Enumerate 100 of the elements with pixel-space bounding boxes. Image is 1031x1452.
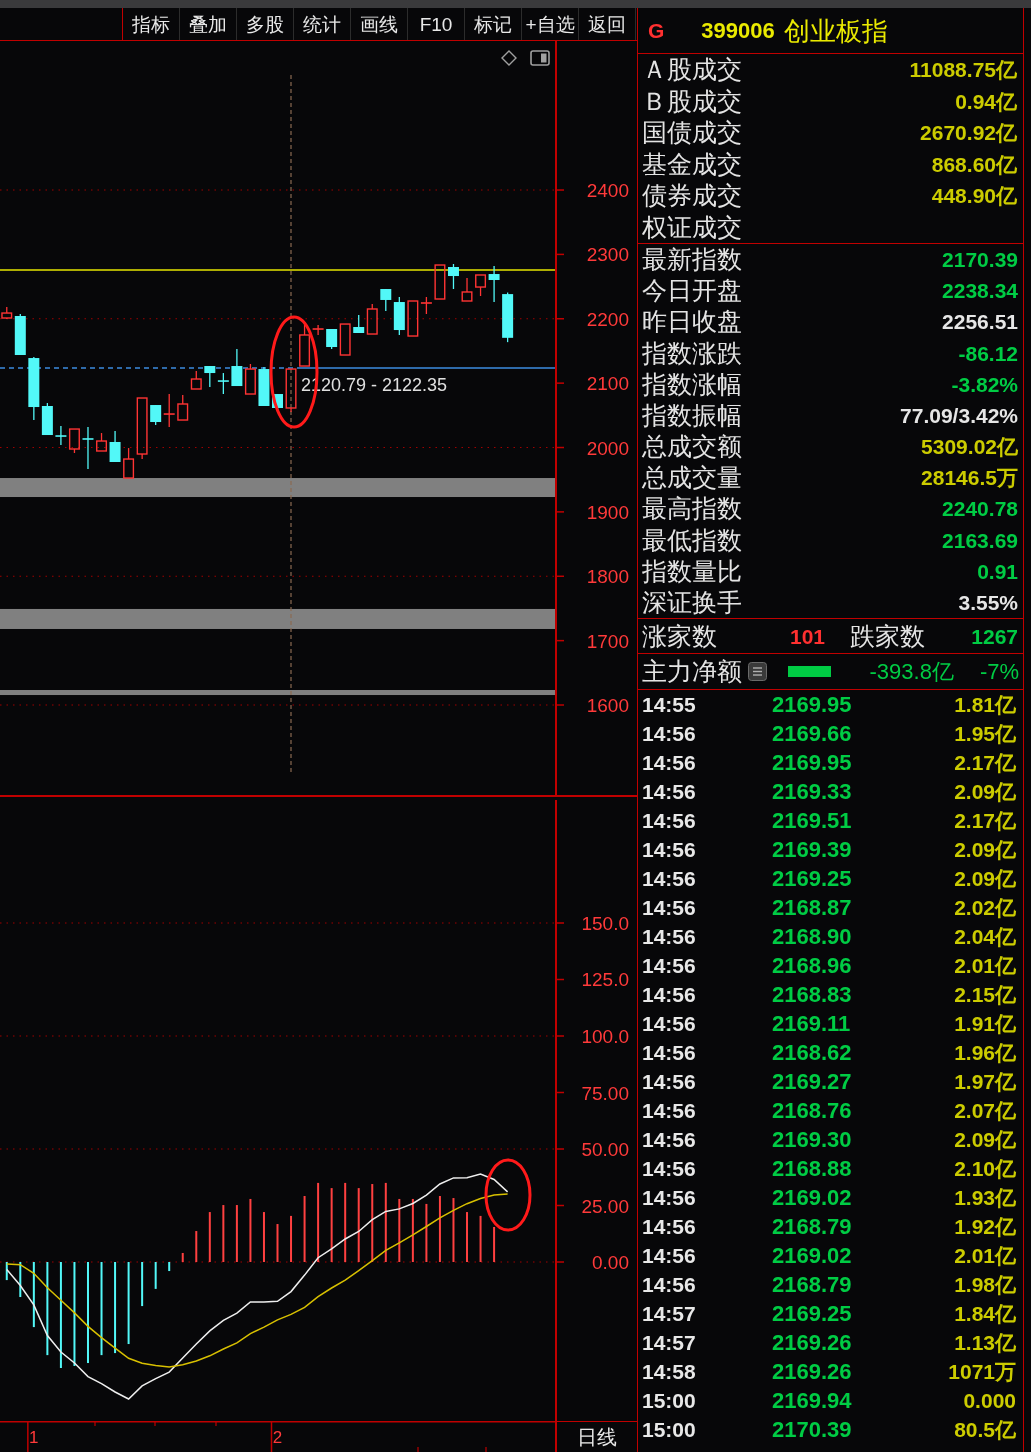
macd-bar [5, 1262, 8, 1281]
candlestick [285, 368, 297, 413]
tick-volume: 2.17亿 [954, 752, 1016, 773]
tick-time: 14:56 [642, 868, 697, 889]
tick-price: 2169.26 [772, 1331, 853, 1354]
candlestick [258, 366, 270, 407]
axis-label: 50.00 [581, 1139, 629, 1160]
stat-label: 指数涨幅 [642, 371, 742, 397]
tick-time: 14:56 [642, 1216, 697, 1237]
stat-label: 指数振幅 [642, 402, 742, 428]
stat-value: 2256.51 [942, 311, 1018, 333]
stat-value: 5309.02亿 [921, 436, 1018, 458]
tick-price: 2169.33 [772, 780, 853, 803]
stat-label: 总成交额 [642, 434, 742, 460]
axis-label: 100.0 [581, 1026, 629, 1047]
axis-label: 2400 [586, 180, 629, 201]
tick-price: 2169.30 [772, 1128, 853, 1151]
tick-time: 14:56 [642, 723, 697, 744]
stat-value: 2163.69 [942, 529, 1018, 551]
tick-volume: 0.000 [963, 1390, 1016, 1411]
tick-volume: 1.98亿 [954, 1274, 1016, 1295]
candlestick [448, 263, 459, 290]
flow-bar-icon [788, 666, 831, 677]
stat-label: 最高指数 [642, 496, 742, 522]
macd-bar [493, 1226, 496, 1262]
tick-time: 14:56 [642, 1042, 697, 1063]
macd-bar [303, 1196, 306, 1262]
tick-time: 15:00 [642, 1419, 697, 1440]
macd-bar [425, 1203, 428, 1262]
tick-price: 2168.90 [772, 925, 853, 948]
stat-label: 昨日收盘 [642, 309, 742, 335]
candlestick [177, 394, 189, 421]
toolbar-button[interactable]: F10 [408, 8, 465, 40]
stat-label: 权证成交 [642, 214, 742, 240]
stat-value: 2240.78 [942, 498, 1018, 520]
tick-time: 14:56 [642, 781, 697, 802]
axis-label: 0.00 [592, 1252, 629, 1273]
candlestick [190, 370, 202, 390]
axis-label: 2300 [586, 244, 629, 266]
stat-value: -86.12 [958, 342, 1018, 364]
toolbar-button[interactable]: 标记 [465, 8, 522, 40]
panel-icon[interactable] [530, 50, 550, 66]
candlestick [109, 430, 121, 463]
macd-bar [479, 1215, 482, 1262]
stat-value: 0.94亿 [955, 90, 1017, 112]
tick-volume: 1.96亿 [954, 1042, 1016, 1063]
tick-price: 2169.25 [772, 867, 853, 890]
tick-price: 2170.39 [772, 1418, 853, 1441]
candlestick [502, 291, 514, 343]
stat-label: 指数量比 [642, 558, 742, 584]
tick-price: 2168.96 [772, 954, 853, 977]
toolbar-button[interactable]: 指标 [123, 8, 180, 40]
tick-time: 14:56 [642, 752, 697, 773]
stat-value: 28146.5万 [921, 467, 1018, 489]
stat-label: 国债成交 [642, 120, 742, 146]
axis-label: 25.00 [581, 1195, 629, 1217]
tick-price: 2168.76 [772, 1099, 853, 1122]
tick-volume: 1.97亿 [954, 1071, 1016, 1092]
macd-bar [262, 1212, 265, 1262]
toolbar-button[interactable]: 返回 [579, 8, 636, 40]
tick-price: 2168.83 [772, 983, 853, 1006]
tick-volume: 2.01亿 [954, 955, 1016, 976]
stat-label: 基金成交 [642, 151, 742, 177]
toolbar-button[interactable]: 统计 [294, 8, 351, 40]
stat-label: 涨家数 [642, 623, 718, 649]
stat-value: 11088.75亿 [909, 59, 1017, 81]
macd-bar [168, 1262, 171, 1272]
stat-label: 最低指数 [642, 527, 742, 553]
candlestick [204, 365, 216, 388]
macd-bar [32, 1262, 35, 1328]
tick-volume: 2.15亿 [954, 984, 1016, 1005]
tick-price: 2169.95 [772, 751, 853, 774]
tick-volume: 2.09亿 [954, 839, 1016, 860]
axis-label: 1900 [586, 501, 629, 523]
tick-volume: 1.13亿 [954, 1332, 1016, 1353]
tick-price: 2168.79 [772, 1273, 853, 1296]
tick-price: 2169.25 [772, 1302, 853, 1325]
toolbar-button[interactable]: 叠加 [180, 8, 237, 40]
macd-bar [222, 1205, 225, 1262]
tick-price: 2169.02 [772, 1186, 853, 1209]
axis-label: 2100 [586, 373, 629, 395]
tick-volume: 2.10亿 [954, 1158, 1016, 1179]
period-button[interactable]: 日线 [555, 1421, 637, 1452]
list-icon[interactable] [748, 662, 767, 681]
tick-price: 2169.27 [772, 1070, 853, 1093]
tick-volume: 2.09亿 [954, 1129, 1016, 1150]
stat-value: 77.09/3.42% [900, 404, 1018, 426]
axis-label: 2200 [586, 308, 629, 330]
toolbar-button[interactable]: 多股 [237, 8, 294, 40]
stat-value: 3.55% [958, 591, 1018, 613]
tick-volume: 1.95亿 [954, 723, 1016, 744]
market-marker: G [648, 20, 665, 41]
toolbar-button[interactable]: +自选 [522, 8, 579, 40]
tick-volume: 2.01亿 [954, 1245, 1016, 1266]
stat-label: 总成交量 [642, 465, 742, 491]
tick-time: 14:56 [642, 1274, 697, 1295]
diamond-icon[interactable] [501, 50, 517, 66]
macd-bar [452, 1198, 455, 1262]
toolbar-button[interactable]: 画线 [351, 8, 408, 40]
candlestick [244, 363, 256, 395]
